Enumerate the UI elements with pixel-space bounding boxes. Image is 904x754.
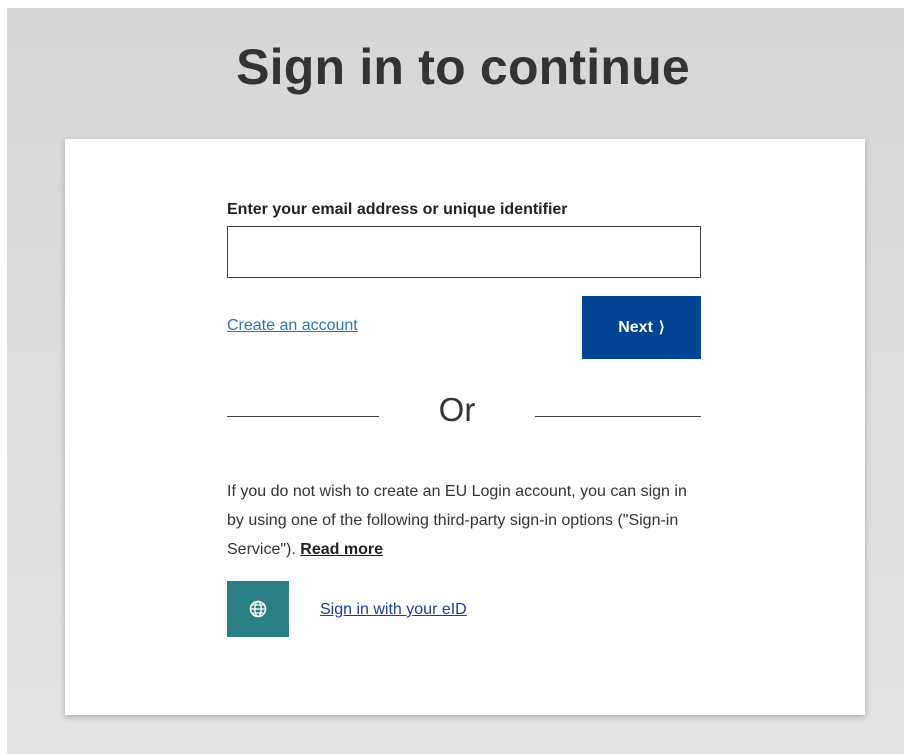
create-account-link[interactable]: Create an account — [227, 317, 358, 335]
email-field-label: Enter your email address or unique ident… — [227, 201, 568, 218]
next-button-label: Next — [618, 318, 653, 336]
next-button[interactable]: Next ⟩ — [582, 296, 701, 359]
login-card: Enter your email address or unique ident… — [65, 139, 865, 715]
page-title: Sign in to continue — [236, 39, 690, 95]
chevron-right-icon: ⟩ — [658, 319, 665, 336]
divider-line-left — [227, 416, 379, 417]
or-separator-text: Or — [438, 391, 476, 428]
third-party-info-text: If you do not wish to create an EU Login… — [227, 477, 707, 564]
read-more-link[interactable]: Read more — [300, 541, 383, 558]
email-input[interactable] — [227, 226, 701, 278]
eid-sign-in-button[interactable] — [227, 581, 289, 637]
third-party-info-body: If you do not wish to create an EU Login… — [227, 483, 687, 558]
page-background: Sign in to continue Enter your email add… — [7, 8, 904, 754]
divider-line-right — [535, 416, 701, 417]
sign-in-eid-link[interactable]: Sign in with your eID — [320, 601, 467, 619]
globe-icon — [249, 600, 267, 618]
